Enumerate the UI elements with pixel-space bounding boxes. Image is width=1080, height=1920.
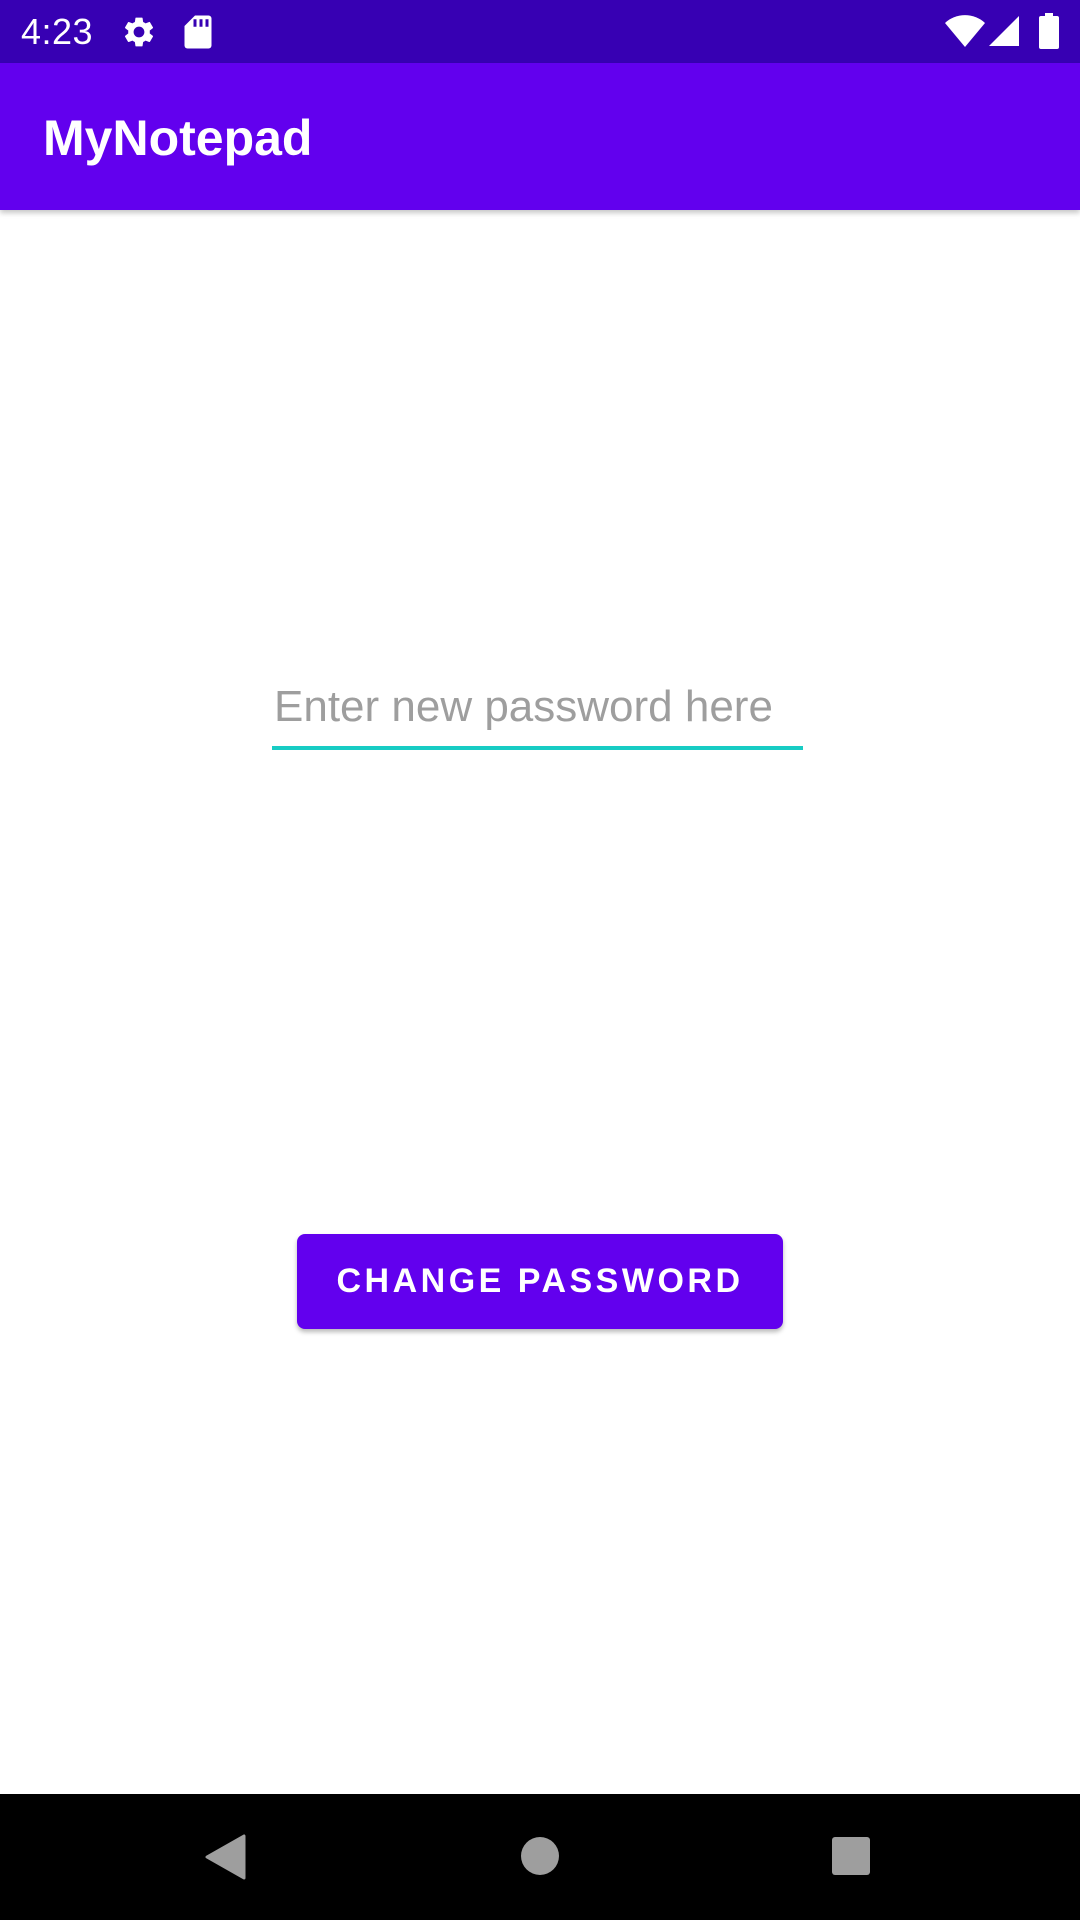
- settings-icon: [124, 17, 154, 47]
- back-icon[interactable]: [204, 1834, 246, 1880]
- home-icon[interactable]: [519, 1835, 561, 1877]
- change-password-button[interactable]: CHANGE PASSWORD: [297, 1234, 783, 1329]
- battery-icon: [1039, 13, 1059, 49]
- recents-icon[interactable]: [830, 1835, 872, 1877]
- sd-card-icon: [184, 15, 212, 49]
- app-title: MyNotepad: [43, 110, 313, 166]
- navigation-bar: [0, 1794, 1080, 1920]
- app-bar: MyNotepad: [0, 63, 1080, 210]
- wifi-icon: [945, 15, 985, 47]
- change-password-screen: 4:23 MyNotepad CHANGE PASSWORD: [0, 0, 1080, 1920]
- new-password-input[interactable]: [272, 676, 803, 750]
- cell-signal-icon: [989, 16, 1019, 46]
- status-bar: 4:23: [0, 0, 1080, 63]
- status-time: 4:23: [21, 11, 94, 52]
